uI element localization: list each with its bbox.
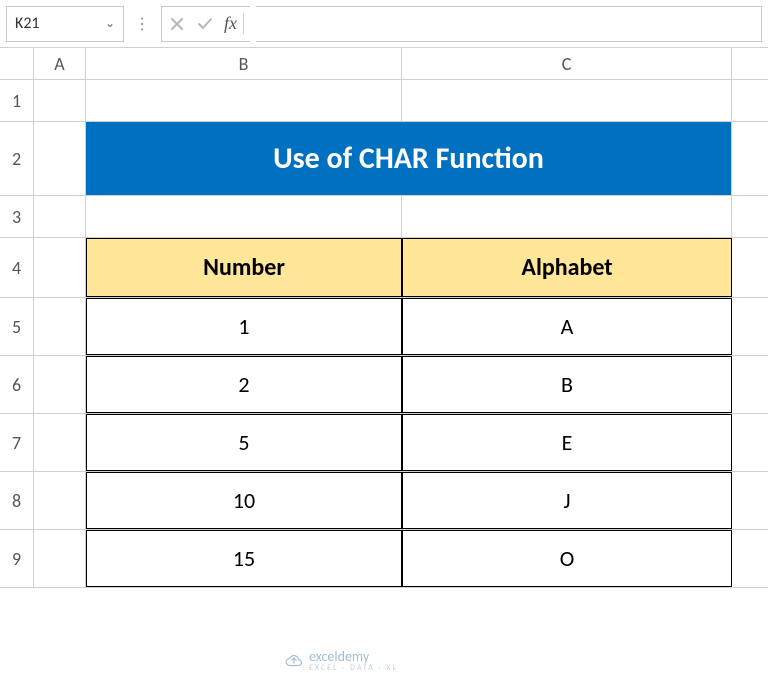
col-header-A[interactable]: A xyxy=(34,48,86,79)
name-box-value: K21 xyxy=(15,14,40,33)
cell-C7[interactable]: E xyxy=(402,414,732,471)
watermark-brand: exceldemy xyxy=(309,648,369,665)
cell-A3[interactable] xyxy=(34,196,86,237)
row-3: 3 xyxy=(0,196,768,238)
formula-input[interactable] xyxy=(256,6,762,42)
name-box[interactable]: K21 ⌄ xyxy=(6,6,124,42)
fx-icon[interactable]: fx xyxy=(224,13,244,34)
cell-C6[interactable]: B xyxy=(402,356,732,413)
spreadsheet-grid: A B C 1 2 Use of CHAR Function 3 xyxy=(0,48,768,588)
cell-A8[interactable] xyxy=(34,472,86,529)
title-banner[interactable]: Use of CHAR Function xyxy=(86,122,732,195)
table-header-alphabet[interactable]: Alphabet xyxy=(402,238,732,297)
cell-A2[interactable] xyxy=(34,122,86,195)
column-headers: A B C xyxy=(0,48,768,80)
watermark-text: exceldemy EXCEL · DATA · XL xyxy=(309,648,398,673)
cell-C5[interactable]: A xyxy=(402,298,732,355)
cell-B3[interactable] xyxy=(86,196,402,237)
cell-C1[interactable] xyxy=(402,80,732,121)
cloud-upload-icon xyxy=(285,652,303,670)
title-text: Use of CHAR Function xyxy=(273,140,544,177)
separator-dots-icon: ⋮ xyxy=(130,14,155,34)
cell-C9[interactable]: O xyxy=(402,530,732,587)
select-all-corner[interactable] xyxy=(0,48,34,79)
formula-bar-buttons: fx xyxy=(161,6,250,42)
watermark: exceldemy EXCEL · DATA · XL xyxy=(285,648,398,673)
cell-A4[interactable] xyxy=(34,238,86,297)
row-8: 8 10 J xyxy=(0,472,768,530)
cell-A9[interactable] xyxy=(34,530,86,587)
cell-A6[interactable] xyxy=(34,356,86,413)
row-9: 9 15 O xyxy=(0,530,768,588)
row-5: 5 1 A xyxy=(0,298,768,356)
row-header-9[interactable]: 9 xyxy=(0,530,34,587)
enter-icon[interactable] xyxy=(196,15,214,33)
row-header-1[interactable]: 1 xyxy=(0,80,34,121)
cell-A1[interactable] xyxy=(34,80,86,121)
cell-B8[interactable]: 10 xyxy=(86,472,402,529)
cell-C8[interactable]: J xyxy=(402,472,732,529)
rows-container: 1 2 Use of CHAR Function 3 4 Number Alph… xyxy=(0,80,768,588)
col-header-C[interactable]: C xyxy=(402,48,732,79)
row-4: 4 Number Alphabet xyxy=(0,238,768,298)
col-header-B[interactable]: B xyxy=(86,48,402,79)
cell-A5[interactable] xyxy=(34,298,86,355)
cell-B9[interactable]: 15 xyxy=(86,530,402,587)
row-6: 6 2 B xyxy=(0,356,768,414)
cell-A7[interactable] xyxy=(34,414,86,471)
row-header-8[interactable]: 8 xyxy=(0,472,34,529)
table-header-number[interactable]: Number xyxy=(86,238,402,297)
row-header-4[interactable]: 4 xyxy=(0,238,34,297)
row-2: 2 Use of CHAR Function xyxy=(0,122,768,196)
cell-B5[interactable]: 1 xyxy=(86,298,402,355)
row-1: 1 xyxy=(0,80,768,122)
row-header-7[interactable]: 7 xyxy=(0,414,34,471)
cell-B1[interactable] xyxy=(86,80,402,121)
cancel-icon[interactable] xyxy=(168,15,186,33)
cell-C3[interactable] xyxy=(402,196,732,237)
watermark-tagline: EXCEL · DATA · XL xyxy=(309,663,398,673)
row-7: 7 5 E xyxy=(0,414,768,472)
row-header-6[interactable]: 6 xyxy=(0,356,34,413)
chevron-down-icon[interactable]: ⌄ xyxy=(105,16,115,31)
row-header-5[interactable]: 5 xyxy=(0,298,34,355)
cell-B6[interactable]: 2 xyxy=(86,356,402,413)
row-header-2[interactable]: 2 xyxy=(0,122,34,195)
formula-bar: K21 ⌄ ⋮ fx xyxy=(0,0,768,48)
cell-B7[interactable]: 5 xyxy=(86,414,402,471)
row-header-3[interactable]: 3 xyxy=(0,196,34,237)
